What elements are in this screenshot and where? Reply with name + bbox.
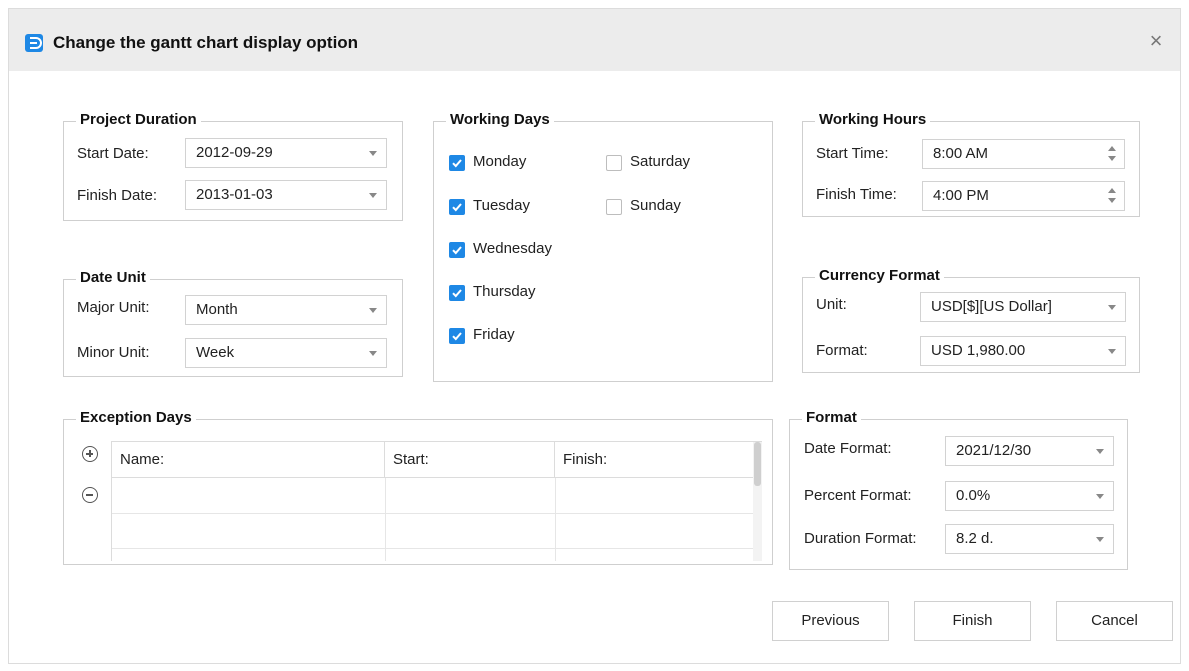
- checkbox-thursday[interactable]: [449, 285, 465, 301]
- table-scrollbar[interactable]: [753, 442, 762, 561]
- format-title: Format: [802, 409, 861, 426]
- finish-button[interactable]: Finish: [914, 601, 1031, 641]
- currency-format-title: Currency Format: [815, 267, 944, 284]
- chevron-down-icon: [369, 308, 377, 313]
- checkmark-icon: [452, 289, 462, 298]
- chevron-down-icon: [1096, 449, 1104, 454]
- duration-format-select[interactable]: 8.2 d.: [945, 524, 1114, 554]
- checkbox-label-friday[interactable]: Friday: [473, 326, 515, 343]
- scrollbar-thumb[interactable]: [754, 442, 761, 486]
- chevron-down-icon: [369, 193, 377, 198]
- column-divider: [555, 478, 556, 561]
- start-time-spinner[interactable]: 8:00 AM: [922, 139, 1125, 169]
- chevron-down-icon: [1096, 537, 1104, 542]
- previous-button[interactable]: Previous: [772, 601, 889, 641]
- percent-format-select[interactable]: 0.0%: [945, 481, 1114, 511]
- column-header-name[interactable]: Name:: [112, 442, 385, 478]
- finish-date-select[interactable]: 2013-01-03: [185, 180, 387, 210]
- finish-date-label: Finish Date:: [77, 187, 158, 204]
- minor-unit-select[interactable]: Week: [185, 338, 387, 368]
- chevron-down-icon: [369, 351, 377, 356]
- date-unit-title: Date Unit: [76, 269, 150, 286]
- duration-format-label: Duration Format:: [804, 530, 917, 547]
- major-unit-select[interactable]: Month: [185, 295, 387, 325]
- finish-time-label: Finish Time:: [816, 186, 897, 203]
- finish-time-value: 4:00 PM: [933, 187, 989, 204]
- exception-days-title: Exception Days: [76, 409, 196, 426]
- dialog-title: Change the gantt chart display option: [53, 33, 359, 52]
- minor-unit-label: Minor Unit:: [77, 344, 150, 361]
- chevron-down-icon: [369, 151, 377, 156]
- column-header-start[interactable]: Start:: [385, 442, 555, 478]
- chevron-down-icon: [1096, 494, 1104, 499]
- minor-unit-value: Week: [196, 344, 235, 361]
- table-row[interactable]: [112, 548, 754, 549]
- start-time-label: Start Time:: [816, 145, 889, 162]
- finish-time-spinner[interactable]: 4:00 PM: [922, 181, 1125, 211]
- checkbox-friday[interactable]: [449, 328, 465, 344]
- checkbox-sunday[interactable]: [606, 199, 622, 215]
- app-logo-icon: [25, 34, 43, 52]
- working-days-title: Working Days: [446, 111, 554, 128]
- add-exception-icon[interactable]: [82, 446, 98, 462]
- exception-days-table[interactable]: Name: Start: Finish:: [111, 441, 762, 561]
- project-duration-title: Project Duration: [76, 111, 201, 128]
- date-format-label: Date Format:: [804, 440, 892, 457]
- duration-format-value: 8.2 d.: [956, 530, 994, 547]
- major-unit-value: Month: [196, 301, 238, 318]
- currency-format-select[interactable]: USD 1,980.00: [920, 336, 1126, 366]
- checkbox-wednesday[interactable]: [449, 242, 465, 258]
- major-unit-label: Major Unit:: [77, 299, 150, 316]
- checkmark-icon: [452, 246, 462, 255]
- checkbox-label-sunday[interactable]: Sunday: [630, 197, 681, 214]
- percent-format-label: Percent Format:: [804, 487, 912, 504]
- column-divider: [385, 478, 386, 561]
- checkbox-label-wednesday[interactable]: Wednesday: [473, 240, 552, 257]
- currency-unit-label: Unit:: [816, 296, 847, 313]
- gantt-options-dialog: Change the gantt chart display option × …: [8, 8, 1181, 664]
- start-date-label: Start Date:: [77, 145, 149, 162]
- checkbox-label-thursday[interactable]: Thursday: [473, 283, 536, 300]
- checkbox-label-tuesday[interactable]: Tuesday: [473, 197, 530, 214]
- currency-format-value: USD 1,980.00: [931, 342, 1026, 359]
- checkbox-monday[interactable]: [449, 155, 465, 171]
- checkmark-icon: [452, 203, 462, 212]
- working-hours-title: Working Hours: [815, 111, 931, 128]
- cancel-button[interactable]: Cancel: [1056, 601, 1173, 641]
- date-format-value: 2021/12/30: [956, 442, 1032, 459]
- start-time-value: 8:00 AM: [933, 145, 989, 162]
- percent-format-value: 0.0%: [956, 487, 991, 504]
- finish-date-value: 2013-01-03: [196, 186, 273, 203]
- currency-unit-select[interactable]: USD[$][US Dollar]: [920, 292, 1126, 322]
- currency-format-label: Format:: [816, 342, 868, 359]
- dialog-titlebar: Change the gantt chart display option ×: [9, 9, 1180, 71]
- currency-unit-value: USD[$][US Dollar]: [931, 298, 1052, 315]
- start-date-value: 2012-09-29: [196, 144, 273, 161]
- date-format-select[interactable]: 2021/12/30: [945, 436, 1114, 466]
- column-header-finish[interactable]: Finish:: [555, 442, 754, 478]
- checkbox-label-saturday[interactable]: Saturday: [630, 153, 690, 170]
- spinner-arrows-icon[interactable]: [1108, 146, 1116, 162]
- checkmark-icon: [452, 159, 462, 168]
- chevron-down-icon: [1108, 305, 1116, 310]
- table-row[interactable]: [112, 513, 754, 514]
- start-date-select[interactable]: 2012-09-29: [185, 138, 387, 168]
- spinner-arrows-icon[interactable]: [1108, 188, 1116, 204]
- close-icon[interactable]: ×: [1146, 30, 1166, 52]
- checkbox-label-monday[interactable]: Monday: [473, 153, 526, 170]
- checkbox-saturday[interactable]: [606, 155, 622, 171]
- checkmark-icon: [452, 332, 462, 341]
- checkbox-tuesday[interactable]: [449, 199, 465, 215]
- remove-exception-icon[interactable]: [82, 487, 98, 503]
- chevron-down-icon: [1108, 349, 1116, 354]
